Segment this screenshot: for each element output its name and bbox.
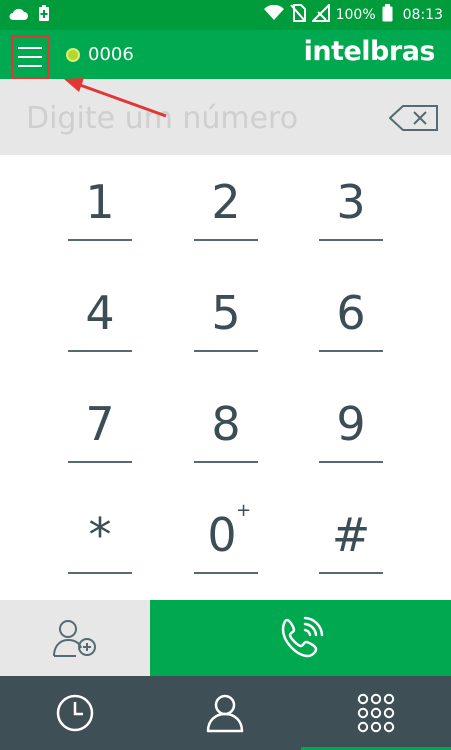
no-signal-icon (310, 2, 330, 26)
key-underline (194, 572, 258, 574)
dialpad-icon (357, 693, 395, 733)
key-underline (319, 350, 383, 352)
battery-icon (382, 4, 393, 26)
battery-saver-icon (38, 4, 50, 26)
key-0-plus-label: + (236, 500, 252, 521)
key-hash[interactable]: # (319, 488, 383, 586)
key-8[interactable]: 8 (194, 377, 258, 475)
nav-dialpad[interactable] (301, 676, 451, 750)
key-underline (68, 350, 132, 352)
key-underline (68, 461, 132, 463)
key-3[interactable]: 3 (319, 155, 383, 253)
wifi-icon (263, 4, 284, 25)
nav-contacts[interactable] (150, 676, 300, 750)
add-contact-button[interactable] (0, 600, 150, 676)
bottom-nav (0, 676, 451, 750)
call-button[interactable] (150, 600, 451, 676)
key-star[interactable]: * (68, 488, 132, 586)
key-5[interactable]: 5 (194, 266, 258, 364)
key-underline (194, 350, 258, 352)
nav-history[interactable] (0, 676, 150, 750)
key-label: * (88, 508, 112, 562)
key-underline (194, 239, 258, 241)
history-icon (56, 694, 94, 732)
hamburger-icon-line (18, 56, 42, 58)
key-label: 8 (211, 397, 241, 451)
account-number: 0006 (88, 44, 134, 65)
account-indicator[interactable]: 0006 (66, 30, 134, 79)
key-4[interactable]: 4 (68, 266, 132, 364)
backspace-icon (388, 105, 438, 131)
phone-call-icon (281, 616, 323, 658)
key-label: 7 (85, 397, 115, 451)
number-input-bar (0, 79, 451, 155)
menu-button[interactable] (11, 35, 49, 79)
key-2[interactable]: 2 (194, 155, 258, 253)
key-label: 5 (211, 286, 241, 340)
status-time: 08:13 (402, 7, 443, 23)
key-1[interactable]: 1 (68, 155, 132, 253)
key-label: 1 (85, 175, 115, 229)
add-contact-icon (53, 620, 96, 657)
key-label: 4 (85, 286, 115, 340)
registration-status-icon (66, 47, 80, 62)
no-sim-icon (289, 4, 306, 26)
key-label: 3 (336, 175, 366, 229)
key-label: 9 (336, 397, 366, 451)
key-7[interactable]: 7 (68, 377, 132, 475)
key-9[interactable]: 9 (319, 377, 383, 475)
hamburger-icon (18, 47, 42, 49)
key-label: # (331, 508, 371, 562)
hamburger-icon-line (18, 65, 42, 67)
key-underline (319, 461, 383, 463)
keypad: 1 2 3 4 5 6 7 8 9 * 0 + # (0, 155, 451, 600)
key-underline (68, 239, 132, 241)
key-underline (68, 572, 132, 574)
key-label: 2 (211, 175, 241, 229)
cloud-icon (8, 6, 28, 25)
key-underline (319, 239, 383, 241)
key-0[interactable]: 0 + (194, 488, 258, 586)
key-6[interactable]: 6 (319, 266, 383, 364)
action-row (0, 600, 451, 676)
key-underline (319, 572, 383, 574)
backspace-button[interactable] (388, 105, 439, 131)
key-underline (194, 461, 258, 463)
key-label: 6 (336, 286, 366, 340)
number-input[interactable] (24, 97, 358, 139)
status-bar: 100% 08:13 (0, 0, 451, 30)
battery-level: 100% (335, 7, 376, 23)
contacts-icon (206, 694, 244, 733)
app-bar: 0006 intelbras (0, 30, 451, 79)
brand-logo: intelbras (303, 36, 436, 67)
